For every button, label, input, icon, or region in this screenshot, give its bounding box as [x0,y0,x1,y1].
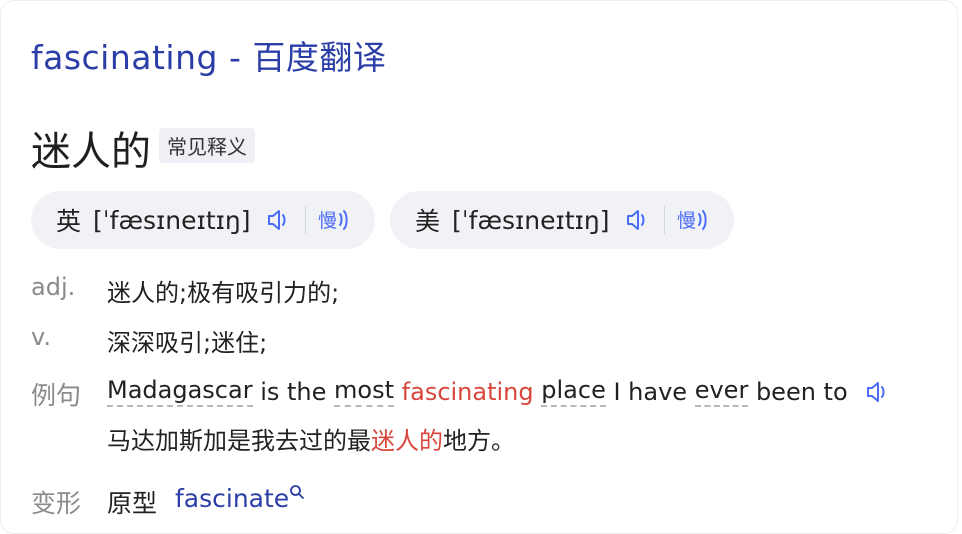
example-zh-highlight: 迷人的 [371,427,443,455]
part-of-speech: adj. [31,273,76,301]
variant-word[interactable]: fascinate [175,484,289,513]
definition-text: 深深吸引;迷住; [107,329,268,357]
svg-text:慢: 慢 [318,210,337,232]
example-text: I have [605,377,695,406]
definition-text: 迷人的;极有吸引力的; [107,279,340,307]
divider [304,206,306,234]
example-word[interactable]: place [541,376,606,407]
speaker-icon[interactable] [864,379,890,405]
example-text: is the [252,377,335,406]
example-label: 例句 [31,381,82,410]
speaker-icon[interactable] [624,207,650,233]
dictionary-card: fascinating - 百度翻译 迷人的 常见释义 英 [ˈfæsɪneɪt… [0,0,958,534]
example-highlight-word: fascinating [401,377,534,406]
part-of-speech: v. [31,323,51,351]
variants-label: 变形 [31,489,82,518]
phonetic-text: [ˈfæsɪneɪtɪŋ] [452,205,610,235]
pronunciation-lang-label: 英 [56,207,82,236]
phonetic-text: [ˈfæsɪneɪtɪŋ] [93,205,251,235]
pronunciation-uk: 英 [ˈfæsɪneɪtɪŋ] 慢 [31,191,375,249]
example-word[interactable]: most [334,376,395,407]
example-zh-text: 地方。 [443,427,515,455]
headword-meaning: 迷人的 [31,129,151,175]
speaker-icon[interactable] [265,207,291,233]
variant-link[interactable]: fascinate [175,484,305,513]
variant-kind: 原型 [107,489,158,518]
search-icon[interactable] [289,484,305,500]
divider [663,206,665,234]
example-text [394,378,402,406]
svg-text:慢: 慢 [677,210,696,232]
example-sentence-zh: 马达加斯加是我去过的最迷人的地方。 [107,421,515,456]
example-text: been to [748,377,848,406]
example-sentence-en: Madagascar is the most fascinating place… [107,376,890,407]
common-meaning-tag: 常见释义 [159,128,255,163]
example-zh-text: 马达加斯加是我去过的最 [107,427,371,455]
pronunciation-lang-label: 美 [415,207,441,236]
example-word[interactable]: ever [694,376,749,407]
slow-play-icon[interactable]: 慢 [677,206,711,234]
example-word[interactable]: Madagascar [107,376,253,407]
slow-play-icon[interactable]: 慢 [318,206,352,234]
example-text [534,378,542,406]
page-title[interactable]: fascinating - 百度翻译 [31,31,386,79]
pronunciation-us: 美 [ˈfæsɪneɪtɪŋ] 慢 [390,191,734,249]
